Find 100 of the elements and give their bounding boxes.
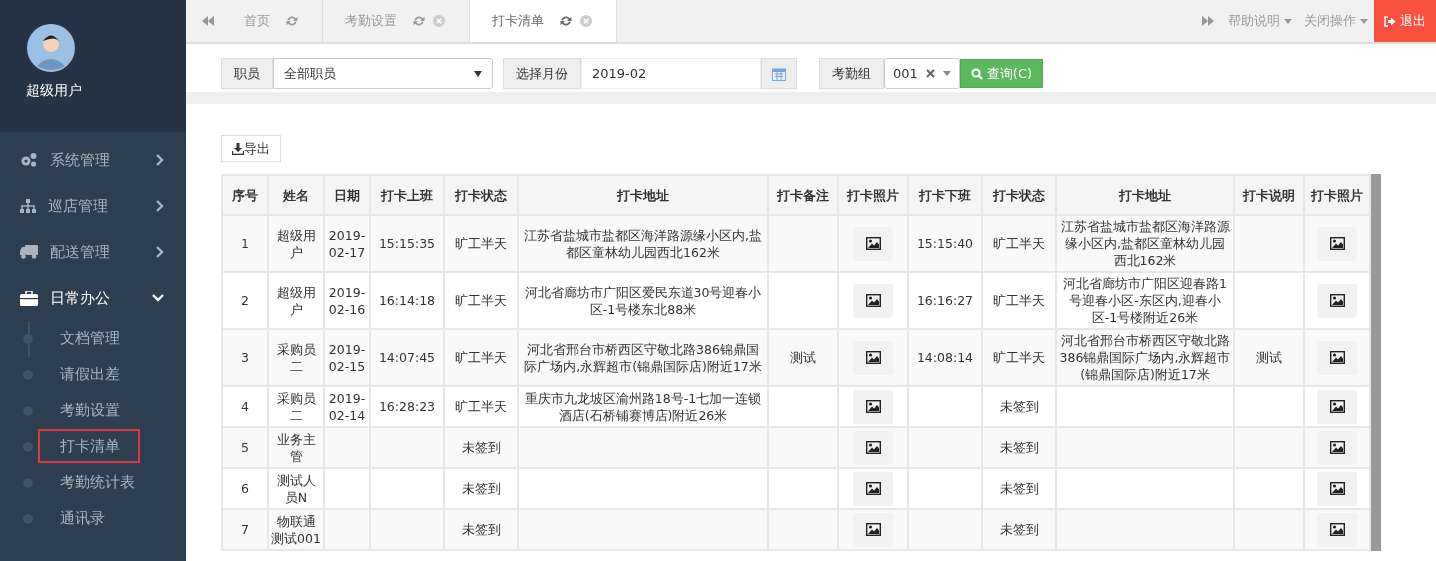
employee-select[interactable]: 全部职员 xyxy=(273,58,493,89)
submenu-item[interactable]: 考勤设置 xyxy=(38,393,140,427)
photo-button[interactable] xyxy=(853,471,893,506)
field-label: 选择月份 xyxy=(503,58,581,89)
table-cell: 16:28:23 xyxy=(378,398,436,415)
chevron-right-icon xyxy=(156,200,164,212)
chevron-right-icon xyxy=(156,246,164,258)
sign-out-icon xyxy=(1384,15,1396,27)
photo-button[interactable] xyxy=(853,340,893,375)
column-header: 打卡地址 xyxy=(518,175,768,215)
caret-icon xyxy=(1284,18,1292,24)
column-header: 打卡照片 xyxy=(838,175,908,215)
photo-button[interactable] xyxy=(1317,471,1357,506)
table-cell-text: 测试人员N xyxy=(275,471,317,506)
table-cell-text: 采购员二 xyxy=(275,389,317,424)
menu-item[interactable]: 配送管理 xyxy=(0,229,186,275)
clear-icon xyxy=(925,69,935,78)
image-icon xyxy=(865,523,881,536)
photo-button[interactable] xyxy=(1317,389,1357,424)
table-cell: 16:14:18 xyxy=(378,292,436,309)
refresh-icon xyxy=(286,15,298,27)
scrollbar[interactable] xyxy=(1371,174,1381,551)
column-header: 打卡说明 xyxy=(1234,175,1304,215)
refresh-icon xyxy=(413,15,425,27)
table-cell: 未签到 xyxy=(999,439,1039,456)
menu-item[interactable]: 日常办公 xyxy=(0,275,186,321)
photo-button[interactable] xyxy=(853,226,893,261)
submenu-item[interactable]: 文档管理 xyxy=(38,321,140,355)
photo-button[interactable] xyxy=(1317,430,1357,465)
image-icon xyxy=(865,294,881,307)
table-cell: 未签到 xyxy=(461,439,501,456)
table-cell: 旷工半天 xyxy=(455,349,507,366)
table-cell: 3 xyxy=(241,349,249,366)
search-icon xyxy=(970,67,983,80)
tab[interactable]: 打卡清单 xyxy=(470,0,617,42)
column-header: 打卡状态 xyxy=(982,175,1056,215)
image-icon xyxy=(1329,523,1345,536)
photo-button[interactable] xyxy=(1317,226,1357,261)
submenu-item[interactable]: 打卡清单 xyxy=(38,429,140,463)
table-cell: 旷工半天 xyxy=(455,398,507,415)
menu-item[interactable]: 巡店管理 xyxy=(0,183,186,229)
image-icon xyxy=(865,351,881,364)
column-header: 打卡下班 xyxy=(908,175,982,215)
submenu-item[interactable]: 请假出差 xyxy=(38,357,140,391)
table-cell-text: 超级用户 xyxy=(275,283,317,318)
calendar-icon xyxy=(772,66,786,81)
table-cell: 旷工半天 xyxy=(993,292,1045,309)
photo-button[interactable] xyxy=(853,512,893,547)
user-name: 超级用户 xyxy=(26,81,82,100)
image-icon xyxy=(865,237,881,250)
table-cell: 河北省邢台市桥西区守敬北路386锦鼎国际广场内,永辉超市(锦鼎国际店)附近17米 xyxy=(1059,332,1231,383)
table-cell: 5 xyxy=(241,439,249,456)
table-cell: 15:15:40 xyxy=(916,235,974,252)
double-left-icon xyxy=(202,16,214,26)
caret-icon xyxy=(942,71,951,76)
table-cell: 2019-02-14 xyxy=(327,389,367,424)
table-cell-text: 河北省廊坊市广阳区爱民东道30号迎春小区-1号楼东北88米 xyxy=(523,283,763,318)
image-icon xyxy=(1329,351,1345,364)
table-cell-text: 河北省邢台市桥西区守敬北路386锦鼎国际广场内,永辉超市(锦鼎国际店)附近17米 xyxy=(523,340,763,375)
table-cell-text: 河北省廊坊市广阳区迎春路1号迎春小区-东区内,迎春小区-1号楼附近26米 xyxy=(1062,275,1228,326)
month-field[interactable]: 2019-02 xyxy=(581,58,761,89)
table-cell: 1 xyxy=(241,235,249,252)
table-cell: 未签到 xyxy=(999,521,1039,538)
logout-button[interactable]: 退出 xyxy=(1374,0,1436,42)
table-cell: 14:07:45 xyxy=(378,349,436,366)
photo-button[interactable] xyxy=(1317,512,1357,547)
photo-button[interactable] xyxy=(1317,283,1357,318)
table-cell: 4 xyxy=(241,398,249,415)
group-select[interactable]: 001 xyxy=(884,58,960,89)
table-cell: 2 xyxy=(241,292,249,309)
column-header: 打卡地址 xyxy=(1056,175,1234,215)
table-cell: 未签到 xyxy=(999,480,1039,497)
image-icon xyxy=(1329,482,1345,495)
field-label: 职员 xyxy=(221,58,273,89)
column-header: 序号 xyxy=(222,175,268,215)
gears-icon xyxy=(20,152,38,168)
table-cell: 未签到 xyxy=(461,480,501,497)
image-icon xyxy=(865,441,881,454)
image-icon xyxy=(865,482,881,495)
table-cell: 14:08:14 xyxy=(916,349,974,366)
table-cell: 2019-02-16 xyxy=(327,283,367,318)
field-label: 考勤组 xyxy=(819,58,884,89)
menu-item[interactable]: 系统管理 xyxy=(0,137,186,183)
column-header: 日期 xyxy=(324,175,370,215)
photo-button[interactable] xyxy=(1317,340,1357,375)
photo-button[interactable] xyxy=(853,430,893,465)
briefcase-icon xyxy=(20,290,38,306)
column-header: 打卡状态 xyxy=(444,175,518,215)
table-cell: 测试 xyxy=(1256,349,1282,366)
submenu-item[interactable]: 通讯录 xyxy=(38,501,125,535)
submenu-item[interactable]: 考勤统计表 xyxy=(38,465,155,499)
photo-button[interactable] xyxy=(853,283,893,318)
export-button[interactable]: 导出 xyxy=(221,135,281,162)
avatar-icon xyxy=(27,24,75,72)
truck-icon xyxy=(20,245,38,259)
table-cell: 15:15:35 xyxy=(378,235,436,252)
table-cell-text: 重庆市九龙坡区渝州路18号-1七加一连锁酒店(石桥铺赛博店)附近26米 xyxy=(523,389,763,424)
photo-button[interactable] xyxy=(853,389,893,424)
chevron-down-icon xyxy=(152,294,164,302)
image-icon xyxy=(865,400,881,413)
